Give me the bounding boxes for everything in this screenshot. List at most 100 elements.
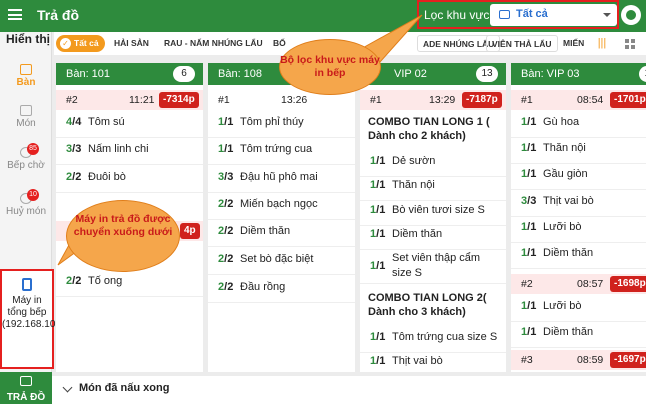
combo-title: COMBO TIAN LONG 1 ( Dành cho 2 khách) [368, 116, 490, 142]
order-number: #1 [521, 94, 533, 106]
kitchen-printer[interactable]: Máy in tổng bếp (192.168.10.89) [0, 269, 73, 369]
tab-all[interactable]: ✓ Tất cả [56, 35, 105, 52]
order-header: #3 08:59 -1697p [511, 350, 646, 370]
sidebar-item-ban[interactable]: Bàn [0, 64, 52, 88]
total-qty: 1 [379, 155, 386, 167]
list-item[interactable]: 1/1 Diềm thăn [511, 247, 646, 269]
list-item[interactable]: 1/1 Tôm trứng cua [208, 143, 355, 165]
item-name: Diềm thăn [240, 225, 291, 237]
table-card[interactable]: VIP 02 13 #1 13:29 -7187p COMBO TIAN LON… [360, 63, 506, 372]
finished-dishes-bar[interactable]: Món đã nấu xong [52, 376, 646, 404]
list-item[interactable]: 1/1 Thăn nội [511, 142, 646, 164]
list-item[interactable]: 1/1 Bò viên tươi size S [360, 204, 506, 226]
list-item[interactable]: 3/3 Đậu hũ phô mai [208, 171, 355, 193]
list-item[interactable]: 2/2 Diềm thăn [208, 225, 355, 247]
printer-icon [499, 10, 510, 19]
menu-icon[interactable] [8, 9, 22, 20]
table-name: Bàn: VIP 03 [521, 68, 580, 80]
grid-view-icon[interactable] [623, 36, 639, 51]
table-header: Bàn: VIP 03 10 [511, 63, 646, 85]
tab-hai-san[interactable]: HẢI SẢN [114, 35, 149, 52]
item-name: Thịt vai bò [543, 195, 594, 207]
sidebar-item-label: Huỷ món [5, 206, 46, 217]
waiting-badge: 85 [27, 143, 39, 155]
list-item[interactable]: 2/2 Set bò đặc biệt [208, 253, 355, 275]
item-name: Thăn nội [543, 142, 586, 154]
list-item[interactable]: 2/2 Đầu rồng [208, 281, 355, 303]
table-card[interactable]: Bàn: VIP 03 10 #1 08:54 -1701p 1/1Gù hoa… [511, 63, 646, 372]
cancel-badge: 10 [27, 189, 39, 201]
total-qty: 1 [530, 116, 537, 128]
item-name: Tôm sú [88, 116, 125, 128]
view-label: Hiển thị [6, 32, 50, 46]
list-item[interactable]: 1/1 Diềm thăn [511, 326, 646, 348]
list-item[interactable]: 1/1 Thịt vai bò [360, 355, 506, 372]
total-qty: 1 [530, 326, 537, 338]
item-name: Diềm thăn [392, 228, 443, 240]
item-name: Set viên thập cẩm [392, 252, 481, 264]
item-name: size S [392, 267, 422, 279]
top-bar: Trả đồ Lọc khu vực: Tất cả [0, 0, 646, 32]
item-name: Lưỡi bò [543, 221, 582, 233]
finished-dishes-label: Món đã nấu xong [79, 382, 170, 394]
total-qty: 2 [75, 171, 82, 183]
total-qty: 1 [530, 142, 537, 154]
table-card[interactable]: Bàn: 108 #1 13:26 1/1 Tôm phỉ thúy 1/1 Tôm… [208, 63, 355, 372]
order-header: #2 08:57 -1698p [511, 274, 646, 294]
order-number: #3 [521, 354, 533, 366]
tab-label: Tất cả [74, 38, 99, 48]
list-item[interactable]: 1/1 Tôm phỉ thúy [208, 116, 355, 138]
tab-vien-tha-lau[interactable]: VIÊN THẢ LẨU [486, 35, 558, 52]
list-item[interactable]: 1/1 Lưỡi bò [511, 221, 646, 243]
callout-printer: Máy in trả đồ được chuyển xuống dưới [66, 200, 180, 272]
total-qty: 2 [227, 225, 234, 237]
tab-bo[interactable]: BỐ [273, 35, 286, 52]
list-item[interactable]: 1/1 Set viên thập cẩm size S [360, 252, 506, 284]
tab-mien[interactable]: MIẾN [563, 35, 584, 52]
list-item[interactable]: 3/3 Nấm linh chi [56, 143, 203, 165]
total-qty: 3 [530, 195, 537, 207]
order-time: 08:54 [577, 94, 604, 106]
item-name: Đầu rồng [240, 281, 286, 293]
list-item[interactable]: 1/1 Thăn nội [360, 179, 506, 201]
chevron-down-icon [603, 13, 611, 17]
order-time: 11:21 [129, 94, 155, 106]
late-badge: -1701p [610, 92, 646, 108]
total-qty: 4 [75, 116, 82, 128]
sidebar-item-mon[interactable]: Món [0, 105, 52, 129]
status-indicator[interactable] [621, 5, 641, 25]
column-view-icon[interactable]: ||| [594, 36, 610, 51]
list-item[interactable]: 3/3 Thịt vai bò [511, 195, 646, 217]
sidebar: Hiển thị Bàn Món 85 Bếp chờ 10 Huỷ món M… [0, 32, 73, 372]
sidebar-item-bep-cho[interactable]: 85 Bếp chờ [0, 143, 52, 171]
sidebar-item-label: Bàn [16, 77, 36, 88]
list-item[interactable]: 2/2 Đuôi bò [56, 171, 203, 193]
area-filter: Lọc khu vực: Tất cả [417, 0, 619, 29]
area-filter-select[interactable]: Tất cả [490, 4, 617, 26]
list-item[interactable]: 1/1 Gù hoa [511, 116, 646, 138]
total-qty: 1 [379, 228, 386, 240]
item-name: Tôm phỉ thúy [240, 116, 304, 128]
list-item[interactable]: 4/4 Tôm sú [56, 116, 203, 138]
total-qty: 1 [530, 221, 537, 233]
tra-do-button[interactable]: TRẢ ĐỒ [0, 372, 52, 404]
app-title: Trả đồ [37, 7, 80, 23]
table-name: Bàn: 101 [66, 68, 111, 80]
order-number: #2 [66, 94, 78, 106]
total-qty: 1 [227, 143, 234, 155]
list-item[interactable]: 1/1 Tôm trứng cua size S [360, 331, 506, 353]
item-name: Diềm thăn [543, 247, 594, 259]
item-name: Miến bạch ngọc [240, 198, 318, 210]
sidebar-item-huy-mon[interactable]: 10 Huỷ món [0, 189, 52, 217]
tab-rau-nam[interactable]: RAU - NẤM NHÚNG LẨU [164, 35, 263, 52]
list-item[interactable]: 1/1 Gầu giòn [511, 168, 646, 190]
item-name: Bò viên tươi size S [392, 204, 485, 216]
total-qty: 1 [227, 116, 234, 128]
list-item[interactable]: 2/2 Miến bạch ngọc [208, 198, 355, 220]
list-item[interactable]: 1/1 Dẻ sườn [360, 155, 506, 177]
list-item[interactable]: 1/1 Diềm thăn [360, 228, 506, 250]
item-name: Dẻ sườn [392, 155, 436, 167]
total-qty: 1 [530, 168, 537, 180]
item-name: Lưỡi bò [543, 300, 582, 312]
list-item[interactable]: 1/1 Lưỡi bò [511, 300, 646, 322]
